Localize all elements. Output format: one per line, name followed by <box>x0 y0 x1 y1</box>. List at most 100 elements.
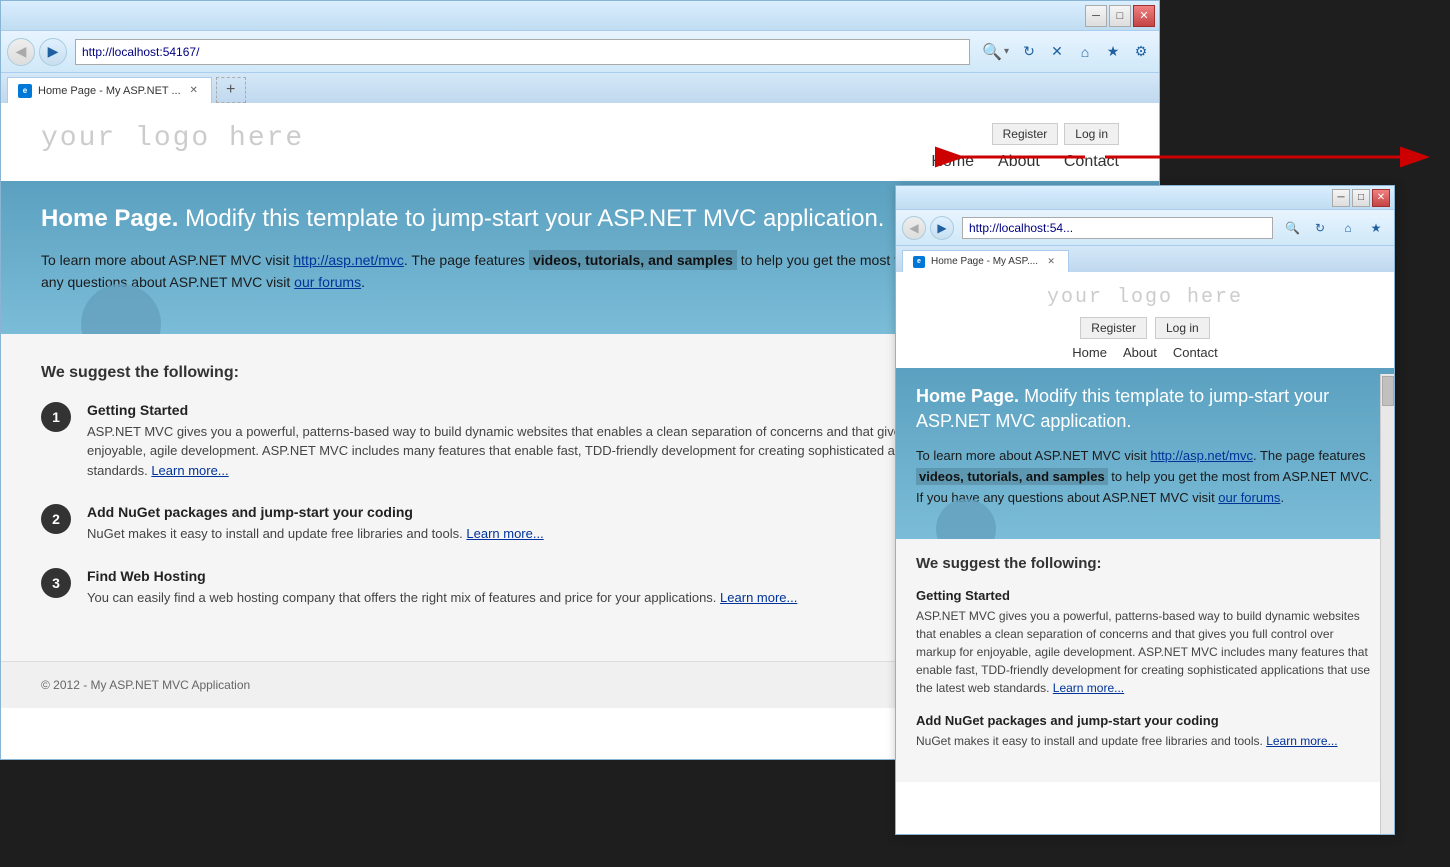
second-address-text: http://localhost:54... <box>969 221 1073 235</box>
minimize-button[interactable]: ─ <box>1085 5 1107 27</box>
step-3-number: 3 <box>41 568 71 598</box>
minimize-icon: ─ <box>1092 10 1100 22</box>
suggestion-2-title: Add NuGet packages and jump-start your c… <box>87 504 544 520</box>
nav-about[interactable]: About <box>998 153 1040 171</box>
second-suggestion-2-text: NuGet makes it easy to install and updat… <box>916 732 1374 750</box>
second-minimize-button[interactable]: ─ <box>1332 189 1350 207</box>
second-nav-contact[interactable]: Contact <box>1173 345 1218 360</box>
nav-links: Home About Contact <box>931 153 1119 171</box>
step-2-number: 2 <box>41 504 71 534</box>
main-toolbar: ◀ ▶ http://localhost:54167/ 🔍 ▾ ↻ ✕ ⌂ ★ … <box>1 31 1159 73</box>
header-right: Register Log in Home About Contact <box>931 123 1119 171</box>
second-learn-more-2[interactable]: Learn more... <box>1266 734 1337 748</box>
second-titlebar: ─ □ ✕ <box>896 186 1394 210</box>
hero-body4: . <box>361 274 365 290</box>
logo: your logo here <box>41 123 304 154</box>
search-icon: 🔍 <box>982 42 1002 62</box>
second-register-button[interactable]: Register <box>1080 317 1147 339</box>
active-tab[interactable]: e Home Page - My ASP.NET ... ✕ <box>7 77 212 103</box>
address-bar[interactable]: http://localhost:54167/ <box>75 39 970 65</box>
scrollbar-thumb[interactable] <box>1382 376 1394 406</box>
second-suggestion-2: Add NuGet packages and jump-start your c… <box>916 713 1374 750</box>
second-hero-body1: To learn more about ASP.NET MVC visit <box>916 448 1150 463</box>
hero-highlight: videos, tutorials, and samples <box>529 250 737 270</box>
second-favorites-icon[interactable]: ★ <box>1364 216 1388 240</box>
nav-home[interactable]: Home <box>931 153 974 171</box>
address-text: http://localhost:54167/ <box>82 45 199 59</box>
suggestion-2-content: Add NuGet packages and jump-start your c… <box>87 504 544 544</box>
hero-title-rest: Modify this template to jump-start your … <box>185 205 884 232</box>
second-search-wrap: 🔍 <box>1281 221 1304 235</box>
hero-body1: To learn more about ASP.NET MVC visit <box>41 252 293 268</box>
tab-title: Home Page - My ASP.NET ... <box>38 85 181 97</box>
back-icon: ◀ <box>16 43 27 60</box>
learn-more-1[interactable]: Learn more... <box>151 463 228 478</box>
main-titlebar: ─ □ ✕ <box>1 1 1159 31</box>
settings-icon[interactable]: ⚙ <box>1129 40 1153 64</box>
second-forward-button[interactable]: ▶ <box>930 216 954 240</box>
second-suggestions-section: We suggest the following: Getting Starte… <box>896 539 1394 782</box>
maximize-icon: □ <box>1117 10 1124 22</box>
back-button[interactable]: ◀ <box>7 38 35 66</box>
search-bar-wrap: 🔍 ▾ <box>978 42 1013 62</box>
second-tab-favicon: e <box>913 256 925 268</box>
page-header: your logo here Register Log in Home Abou… <box>1 103 1159 181</box>
second-toolbar: ◀ ▶ http://localhost:54... 🔍 ↻ ⌂ ★ <box>896 210 1394 246</box>
refresh-icon[interactable]: ↻ <box>1017 40 1041 64</box>
suggestion-3-title: Find Web Hosting <box>87 568 797 584</box>
suggestion-3-content: Find Web Hosting You can easily find a w… <box>87 568 797 608</box>
favorites-icon[interactable]: ★ <box>1101 40 1125 64</box>
maximize-button[interactable]: □ <box>1109 5 1131 27</box>
second-home-icon[interactable]: ⌂ <box>1336 216 1360 240</box>
hero-title-bold: Home Page. <box>41 205 178 232</box>
home-nav-icon[interactable]: ⌂ <box>1073 40 1097 64</box>
second-suggestion-1: Getting Started ASP.NET MVC gives you a … <box>916 588 1374 697</box>
second-tab-title: Home Page - My ASP.... <box>931 256 1038 267</box>
second-tab-close[interactable]: ✕ <box>1044 255 1058 269</box>
stop-icon[interactable]: ✕ <box>1045 40 1069 64</box>
second-nav-home[interactable]: Home <box>1072 345 1107 360</box>
second-hero-section: Home Page. Modify this template to jump-… <box>896 368 1394 539</box>
second-maximize-button[interactable]: □ <box>1352 189 1370 207</box>
second-suggestions-title: We suggest the following: <box>916 555 1374 572</box>
second-hero-highlight: videos, tutorials, and samples <box>916 468 1108 485</box>
search-dropdown-icon[interactable]: ▾ <box>1004 46 1009 57</box>
second-nav-about[interactable]: About <box>1123 345 1157 360</box>
asp-mvc-link[interactable]: http://asp.net/mvc <box>293 252 404 268</box>
second-learn-more-1[interactable]: Learn more... <box>1053 681 1124 695</box>
second-login-button[interactable]: Log in <box>1155 317 1210 339</box>
close-icon: ✕ <box>1139 9 1148 22</box>
second-hero-title: Home Page. Modify this template to jump-… <box>916 384 1374 434</box>
nav-contact[interactable]: Contact <box>1064 153 1119 171</box>
login-button[interactable]: Log in <box>1064 123 1119 145</box>
close-button[interactable]: ✕ <box>1133 5 1155 27</box>
second-suggestion-1-title: Getting Started <box>916 588 1374 603</box>
second-address-bar[interactable]: http://localhost:54... <box>962 217 1273 239</box>
learn-more-2[interactable]: Learn more... <box>466 526 543 541</box>
tab-close-button[interactable]: ✕ <box>187 84 201 98</box>
second-hero-title-bold: Home Page. <box>916 386 1019 406</box>
second-refresh-icon[interactable]: ↻ <box>1308 216 1332 240</box>
forward-button[interactable]: ▶ <box>39 38 67 66</box>
second-page-content: your logo here Register Log in Home Abou… <box>896 272 1394 834</box>
second-logo: your logo here <box>1047 286 1243 309</box>
second-asp-mvc-link[interactable]: http://asp.net/mvc <box>1150 448 1253 463</box>
register-button[interactable]: Register <box>992 123 1059 145</box>
second-scrollbar[interactable] <box>1380 374 1394 834</box>
second-back-button[interactable]: ◀ <box>902 216 926 240</box>
suggestion-3-text: You can easily find a web hosting compan… <box>87 588 797 608</box>
second-hero-body4: . <box>1280 490 1284 505</box>
second-forums-link[interactable]: our forums <box>1218 490 1280 505</box>
new-tab-button[interactable]: + <box>216 77 246 103</box>
second-close-button[interactable]: ✕ <box>1372 189 1390 207</box>
second-active-tab[interactable]: e Home Page - My ASP.... ✕ <box>902 250 1069 272</box>
learn-more-3[interactable]: Learn more... <box>720 590 797 605</box>
toolbar-icons: ↻ ✕ ⌂ ★ ⚙ <box>1017 40 1153 64</box>
second-nav-links: Home About Contact <box>1072 345 1217 360</box>
second-toolbar-icons: ↻ ⌂ ★ <box>1308 216 1388 240</box>
step-1-number: 1 <box>41 402 71 432</box>
suggestion-2-text: NuGet makes it easy to install and updat… <box>87 524 544 544</box>
second-page-header: your logo here Register Log in Home Abou… <box>896 272 1394 368</box>
second-hero-body2: . The page features <box>1253 448 1366 463</box>
forums-link[interactable]: our forums <box>294 274 361 290</box>
